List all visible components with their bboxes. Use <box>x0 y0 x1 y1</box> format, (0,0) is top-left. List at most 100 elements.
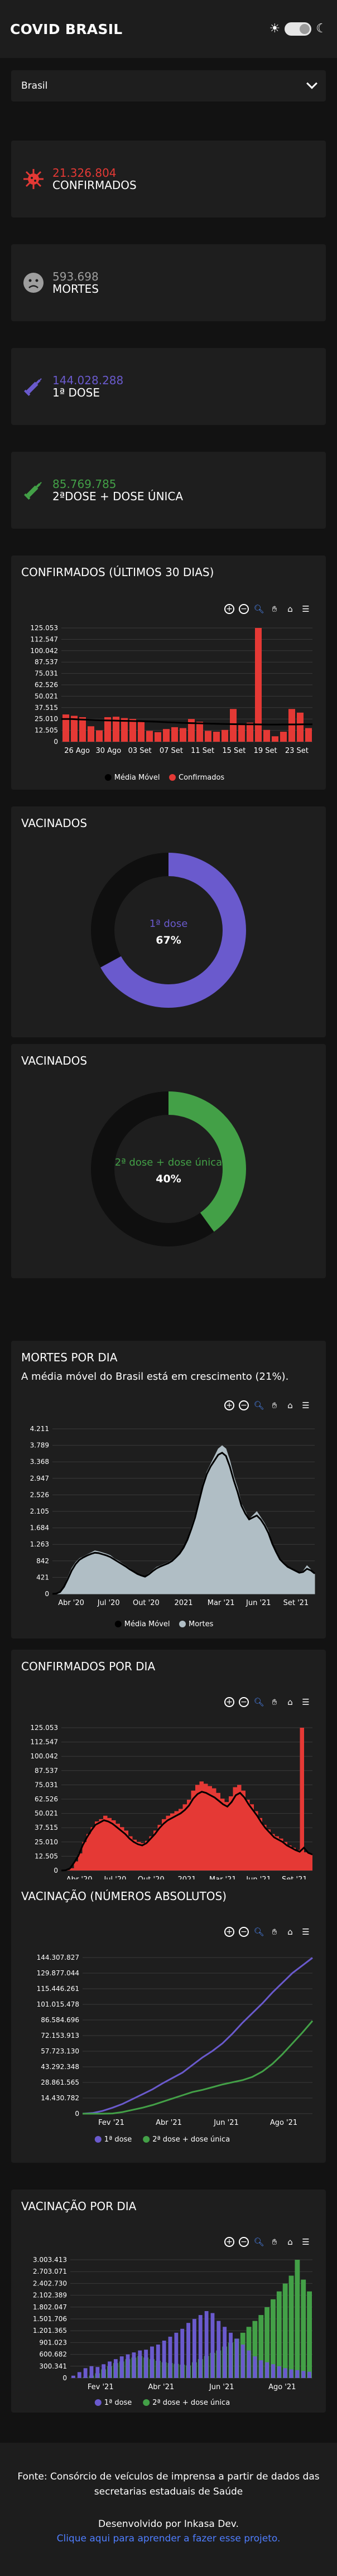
legend-label: 1ª dose <box>104 2135 132 2144</box>
chart-vaccination-absolute: 144.307.827 129.877.044 115.446.261 101.015… <box>37 1954 314 2144</box>
y-tick-label: 112.547 <box>30 1738 58 1746</box>
bar-dose1 <box>271 2364 275 2378</box>
y-tick-label: 3.003.413 <box>33 2256 67 2264</box>
bar-confirmados <box>95 1821 99 1871</box>
y-tick-label: 37.515 <box>35 704 58 712</box>
bar-dose2 <box>301 2279 306 2378</box>
bar-confirmados <box>266 1829 271 1871</box>
moon-icon: ☾ <box>316 22 327 36</box>
x-tick-label: Set '21 <box>283 1599 309 1607</box>
bar-dose1 <box>192 2319 196 2378</box>
bar-confirmados <box>287 1845 292 1871</box>
deaths-value: 593.698 <box>52 270 99 283</box>
bar-confirmados <box>208 1786 212 1871</box>
bar-confirmados <box>271 1834 275 1871</box>
x-tick-label: Out '20 <box>133 1599 160 1607</box>
bar-confirmados <box>115 1824 120 1871</box>
bar-dose1 <box>229 2332 233 2378</box>
legend-marker <box>169 774 176 781</box>
legend-label: Confirmados <box>179 774 224 782</box>
bar-dose1 <box>156 2345 160 2378</box>
x-tick-label: Fev '21 <box>98 2119 124 2127</box>
app-title: COVID BRASIL <box>10 21 123 37</box>
bar-confirmados <box>146 731 153 742</box>
bar-dose1 <box>95 2367 100 2378</box>
y-tick-label: 1.263 <box>30 1540 49 1548</box>
bar-confirmados <box>212 1788 216 1871</box>
bar-dose1 <box>108 2361 112 2378</box>
bar-dose1 <box>138 2350 142 2378</box>
bar-confirmados <box>79 717 86 742</box>
bar-dose1 <box>168 2336 172 2378</box>
x-tick-label: Jun '21 <box>213 2119 239 2127</box>
x-tick-label: 11 Set <box>191 747 214 755</box>
bar-confirmados <box>305 728 312 742</box>
dose2-value: 85.769.785 <box>52 477 117 491</box>
bar-dose1 <box>289 2369 293 2378</box>
bar-confirmados <box>180 728 186 742</box>
y-tick-label: 600.682 <box>39 2351 67 2358</box>
bar-confirmados <box>179 1809 183 1871</box>
y-tick-label: 300.341 <box>39 2362 67 2370</box>
switch-knob <box>300 24 310 34</box>
bar-confirmados <box>238 724 245 742</box>
bar-confirmados <box>137 1842 141 1871</box>
bar-dose1 <box>277 2366 281 2378</box>
bar-confirmados <box>205 731 211 742</box>
bar-dose1 <box>132 2352 136 2378</box>
bar-confirmados <box>230 709 237 742</box>
bar-confirmados <box>86 1834 91 1871</box>
y-tick-label: 2.105 <box>30 1507 49 1515</box>
legend-marker <box>143 2399 150 2406</box>
bar-confirmados <box>195 1785 200 1871</box>
y-tick-label: 0 <box>45 1590 49 1598</box>
location-select[interactable]: Brasil <box>11 70 326 102</box>
developer-credit: Desenvolvido por Inkasa Dev. <box>98 2519 239 2530</box>
confirmed-label: CONFIRMADOS <box>52 178 137 192</box>
legend-marker <box>104 774 112 781</box>
bar-confirmados <box>166 1815 170 1871</box>
x-tick-label: 03 Set <box>128 747 152 755</box>
bar-confirmados <box>220 1799 225 1871</box>
bar-dose1 <box>77 2372 81 2378</box>
bar-confirmados <box>174 1811 179 1871</box>
bar-confirmados <box>262 1825 267 1871</box>
tutorial-link[interactable]: Clique aqui para aprender a fazer esse p… <box>0 2533 337 2544</box>
bar-confirmados <box>247 722 253 742</box>
bar-confirmados <box>213 732 220 742</box>
virus-icon <box>21 167 46 191</box>
area-mortes <box>52 1445 315 1594</box>
x-tick-label: Jun '21 <box>245 1599 271 1607</box>
confirmed-value: 21.326.804 <box>52 166 117 180</box>
y-tick-label: 25.010 <box>35 715 58 723</box>
bar-confirmados <box>272 736 278 742</box>
bar-dose1 <box>83 2368 88 2378</box>
bar-confirmados <box>249 1804 254 1871</box>
bar-confirmados <box>149 1836 153 1871</box>
chart-vaccination-per-day: 3.003.413 2.703.071 2.402.730 2.102.389 1.80… <box>33 2256 312 2407</box>
theme-toggle[interactable]: ☀ ☾ <box>269 22 327 36</box>
syringe-icon <box>21 478 46 502</box>
y-tick-label: 2.402.730 <box>33 2279 67 2287</box>
legend-label: 2ª dose + dose única <box>152 2135 230 2144</box>
bar-confirmados <box>280 732 287 742</box>
y-tick-label: 3.368 <box>30 1458 49 1466</box>
bar-dose1 <box>283 2368 287 2378</box>
bar-confirmados <box>112 1820 116 1871</box>
line-dose2 <box>83 2020 314 2115</box>
x-tick-label: Abr '21 <box>156 2119 182 2127</box>
y-tick-label: 100.042 <box>30 1752 58 1760</box>
bar-confirmados <box>145 1840 150 1871</box>
donut-center-label: 2ª dose + dose única <box>115 1157 222 1168</box>
x-tick-label: Fev '21 <box>88 2383 114 2391</box>
bar-confirmados <box>237 1785 242 1871</box>
theme-switch[interactable] <box>285 22 312 36</box>
y-tick-label: 115.446.261 <box>37 1985 79 1993</box>
bar-confirmados <box>296 1850 300 1871</box>
bar-confirmados <box>96 730 103 742</box>
bar-confirmados <box>279 1838 283 1871</box>
bar-confirmados <box>304 1852 309 1871</box>
bar-confirmados <box>157 1825 162 1871</box>
bar-dose2 <box>276 2291 282 2378</box>
bar-confirmados <box>308 1853 312 1871</box>
